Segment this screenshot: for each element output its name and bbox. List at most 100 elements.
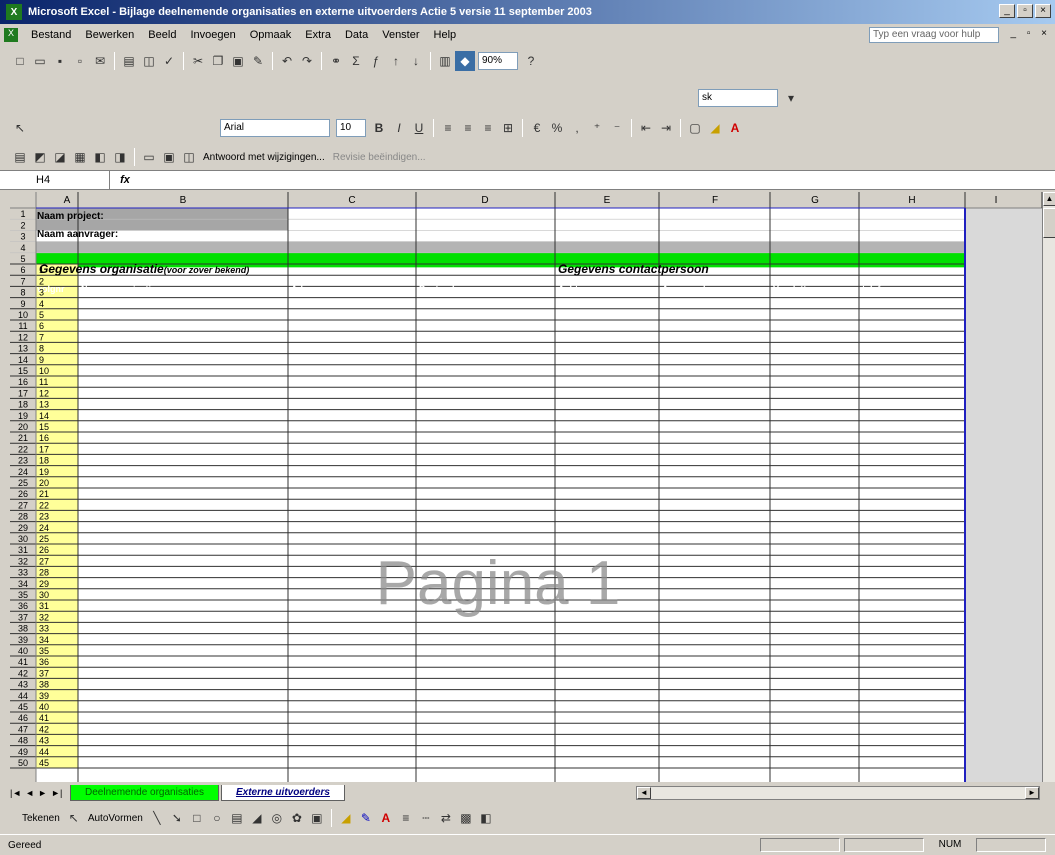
menu-bestand[interactable]: Bestand: [24, 29, 78, 41]
increase-indent-icon[interactable]: ⇥: [656, 118, 676, 138]
percent-icon[interactable]: %: [547, 118, 567, 138]
undo-icon[interactable]: ↶: [277, 51, 297, 71]
paste-icon[interactable]: ▣: [228, 51, 248, 71]
3d-icon[interactable]: ◧: [476, 808, 496, 828]
shadow-icon[interactable]: ▩: [456, 808, 476, 828]
review-icon-2[interactable]: ◩: [30, 147, 50, 167]
open-icon[interactable]: ▭: [30, 51, 50, 71]
menu-beeld[interactable]: Beeld: [141, 29, 183, 41]
copy-icon[interactable]: ❐: [208, 51, 228, 71]
review-icon-3[interactable]: ◪: [50, 147, 70, 167]
review-icon-5[interactable]: ◧: [90, 147, 110, 167]
scroll-right-icon[interactable]: ►: [1025, 787, 1039, 799]
spelling-icon[interactable]: ✓: [159, 51, 179, 71]
menu-opmaak[interactable]: Opmaak: [243, 29, 299, 41]
align-left-icon[interactable]: ≡: [438, 118, 458, 138]
vertical-scroll-thumb[interactable]: [1043, 208, 1055, 238]
function-icon[interactable]: ƒ: [366, 51, 386, 71]
oval-icon[interactable]: ○: [207, 808, 227, 828]
tab-deelnemende-organisaties[interactable]: Deelnemende organisaties: [70, 785, 219, 801]
select-objects-icon[interactable]: ↖: [64, 808, 84, 828]
email-icon[interactable]: ✉: [90, 51, 110, 71]
cut-icon[interactable]: ✂: [188, 51, 208, 71]
redo-icon[interactable]: ↷: [297, 51, 317, 71]
picture-icon[interactable]: ▣: [307, 808, 327, 828]
autosum-icon[interactable]: Σ: [346, 51, 366, 71]
align-right-icon[interactable]: ≡: [478, 118, 498, 138]
menu-help[interactable]: Help: [427, 29, 464, 41]
wordart-icon[interactable]: ◢: [247, 808, 267, 828]
hyperlink-icon[interactable]: ⚭: [326, 51, 346, 71]
worksheet-grid[interactable]: A B C D E F G H I Naam project: Naam aan…: [10, 192, 1042, 782]
tekenen-menu[interactable]: Tekenen: [22, 813, 60, 824]
arrow-style-icon[interactable]: ⇄: [436, 808, 456, 828]
rectangle-icon[interactable]: □: [187, 808, 207, 828]
review-icon-4[interactable]: ▦: [70, 147, 90, 167]
autovormen-menu[interactable]: AutoVormen: [88, 813, 143, 824]
print-preview-icon[interactable]: ◫: [139, 51, 159, 71]
textbox-icon[interactable]: ▤: [227, 808, 247, 828]
font-select[interactable]: Arial: [220, 119, 330, 137]
grid-canvas[interactable]: A B C D E F G H I Naam project: Naam aan…: [10, 192, 1042, 782]
menu-extra[interactable]: Extra: [298, 29, 338, 41]
chart-wizard-icon[interactable]: ▥: [435, 51, 455, 71]
currency-icon[interactable]: €: [527, 118, 547, 138]
decrease-indent-icon[interactable]: ⇤: [636, 118, 656, 138]
font-color-icon[interactable]: A: [725, 118, 745, 138]
help-icon[interactable]: ?: [521, 51, 541, 71]
review-icon-6[interactable]: ◨: [110, 147, 130, 167]
style-dropdown-icon[interactable]: ▾: [781, 88, 801, 108]
menu-bewerken[interactable]: Bewerken: [78, 29, 141, 41]
new-icon[interactable]: □: [10, 51, 30, 71]
increase-decimal-icon[interactable]: ⁺: [587, 118, 607, 138]
review-icon-9[interactable]: ◫: [179, 147, 199, 167]
prev-sheet-icon[interactable]: ◄: [25, 788, 34, 798]
thousands-icon[interactable]: ,: [567, 118, 587, 138]
borders-icon[interactable]: ▢: [685, 118, 705, 138]
permission-icon[interactable]: ▫: [70, 51, 90, 71]
bold-icon[interactable]: B: [369, 118, 389, 138]
review-icon-8[interactable]: ▣: [159, 147, 179, 167]
tab-externe-uitvoerders[interactable]: Externe uitvoerders: [220, 785, 345, 801]
first-sheet-icon[interactable]: |◄: [10, 788, 21, 798]
excel-app-icon[interactable]: X: [6, 4, 22, 20]
minimize-button[interactable]: _: [999, 4, 1015, 18]
sort-descending-icon[interactable]: ↓: [406, 51, 426, 71]
scroll-left-icon[interactable]: ◄: [637, 787, 651, 799]
formula-input[interactable]: [140, 171, 1055, 189]
zoom-select[interactable]: 90%: [478, 52, 518, 70]
help-question-input[interactable]: Typ een vraag voor hulp: [869, 27, 999, 43]
review-icon-1[interactable]: ▤: [10, 147, 30, 167]
menu-invoegen[interactable]: Invoegen: [183, 29, 242, 41]
next-sheet-icon[interactable]: ►: [38, 788, 47, 798]
maximize-button[interactable]: ▫: [1017, 4, 1033, 18]
drawing-icon[interactable]: ◆: [455, 51, 475, 71]
dash-style-icon[interactable]: ┄: [416, 808, 436, 828]
last-sheet-icon[interactable]: ►|: [51, 788, 62, 798]
underline-icon[interactable]: U: [409, 118, 429, 138]
line-icon[interactable]: ╲: [147, 808, 167, 828]
function-icon[interactable]: fx: [110, 174, 140, 186]
sort-ascending-icon[interactable]: ↑: [386, 51, 406, 71]
align-center-icon[interactable]: ≡: [458, 118, 478, 138]
italic-icon[interactable]: I: [389, 118, 409, 138]
line-style-icon[interactable]: ≡: [396, 808, 416, 828]
diagram-icon[interactable]: ◎: [267, 808, 287, 828]
format-painter-icon[interactable]: ✎: [248, 51, 268, 71]
clipart-icon[interactable]: ✿: [287, 808, 307, 828]
line-color-icon[interactable]: ✎: [356, 808, 376, 828]
workbook-window-controls[interactable]: _ ▫ ×: [1010, 28, 1051, 39]
workbook-icon[interactable]: X: [4, 28, 18, 42]
fill-color-icon[interactable]: ◢: [336, 808, 356, 828]
close-button[interactable]: ×: [1035, 4, 1051, 18]
reply-with-changes-button[interactable]: Antwoord met wijzigingen...: [203, 152, 325, 163]
font-color-icon[interactable]: A: [376, 808, 396, 828]
review-icon-7[interactable]: ▭: [139, 147, 159, 167]
scroll-up-icon[interactable]: ▲: [1043, 192, 1055, 206]
vertical-scrollbar[interactable]: ▲: [1042, 192, 1055, 782]
horizontal-scrollbar[interactable]: ◄ ►: [636, 786, 1040, 800]
save-icon[interactable]: ▪: [50, 51, 70, 71]
arrow-icon[interactable]: ➘: [167, 808, 187, 828]
decrease-decimal-icon[interactable]: ⁻: [607, 118, 627, 138]
name-box[interactable]: H4: [0, 171, 110, 189]
